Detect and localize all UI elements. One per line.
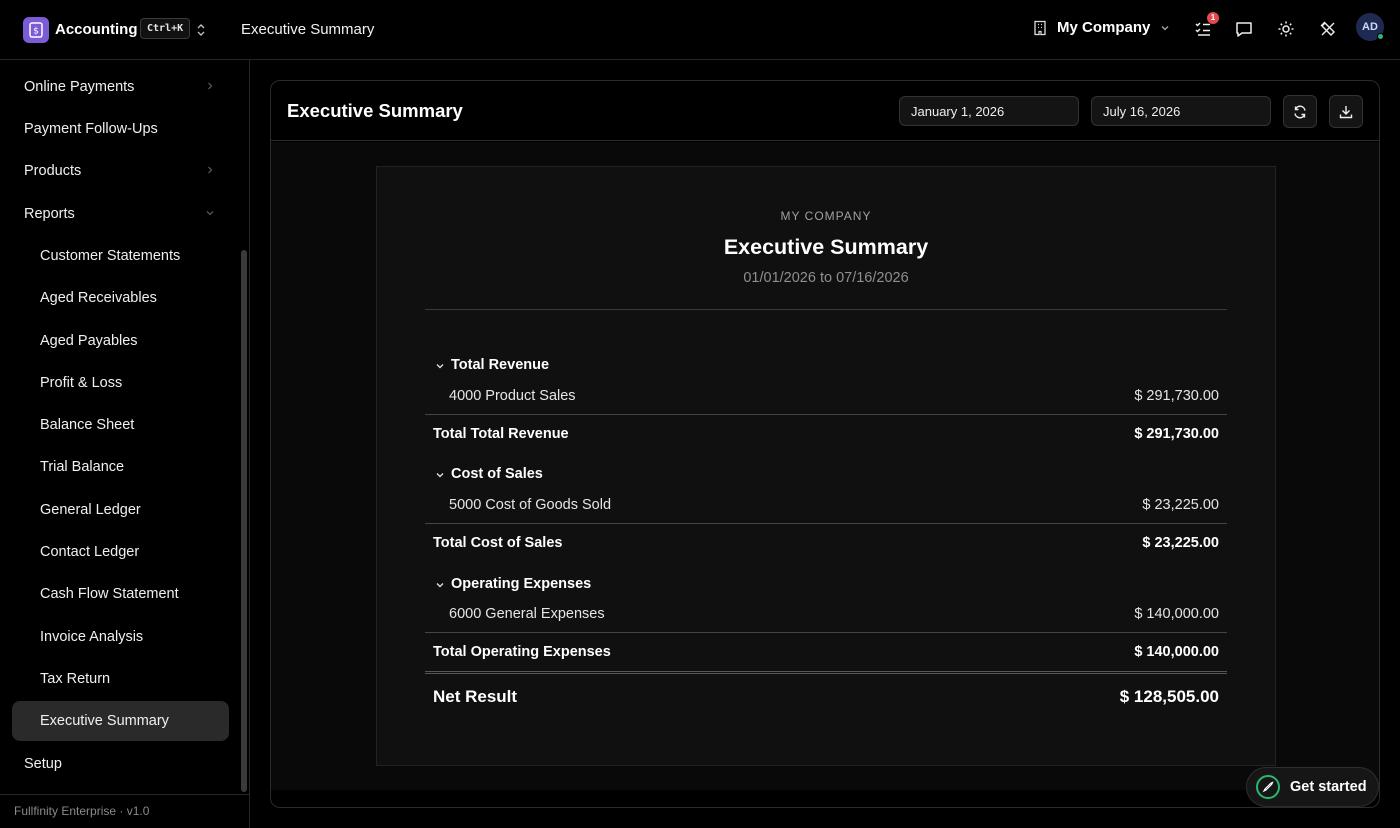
notification-badge: 1 xyxy=(1207,12,1219,24)
tools-icon[interactable] xyxy=(1318,19,1338,39)
account-row: 5000 Cost of Goods Sold $ 23,225.00 xyxy=(449,497,1219,513)
sidebar-item-payment-follow-ups[interactable]: Payment Follow-Ups xyxy=(12,109,229,149)
sidebar-item-invoice-analysis[interactable]: Invoice Analysis xyxy=(12,617,229,657)
download-icon xyxy=(1339,105,1353,118)
company-name: My Company xyxy=(1057,19,1151,36)
chat-icon[interactable] xyxy=(1234,19,1254,39)
rocket-icon xyxy=(1256,775,1280,799)
breadcrumb: Executive Summary xyxy=(241,21,375,38)
section-header-cost-of-sales[interactable]: Cost of Sales xyxy=(425,466,1227,486)
sidebar-item-executive-summary[interactable]: Executive Summary xyxy=(12,701,229,741)
section-header-revenue[interactable]: Total Revenue xyxy=(425,357,1227,377)
report-date-range: 01/01/2026 to 07/16/2026 xyxy=(743,270,909,286)
chevron-down-icon xyxy=(206,211,214,216)
report-document: MY COMPANY Executive Summary 01/01/2026 … xyxy=(376,166,1276,766)
download-button[interactable] xyxy=(1329,95,1363,128)
sidebar-scrollbar[interactable] xyxy=(241,250,247,792)
chevron-down-icon xyxy=(436,364,444,369)
sidebar-item-customer-statements[interactable]: Customer Statements xyxy=(12,236,229,276)
online-status-dot xyxy=(1377,33,1384,40)
total-row: Total Total Revenue $ 291,730.00 xyxy=(425,414,1227,452)
chevron-down-icon xyxy=(436,583,444,588)
account-row: 6000 General Expenses $ 140,000.00 xyxy=(449,606,1219,622)
chevron-down-icon xyxy=(436,473,444,478)
report-viewer: MY COMPANY Executive Summary 01/01/2026 … xyxy=(271,142,1379,790)
sidebar-item-trial-balance[interactable]: Trial Balance xyxy=(12,447,229,487)
sidebar-item-aged-receivables[interactable]: Aged Receivables xyxy=(12,278,229,318)
report-card: Executive Summary MY COMPANY Executive S… xyxy=(270,80,1380,808)
page-title: Executive Summary xyxy=(287,100,463,121)
sidebar-item-setup[interactable]: Setup xyxy=(12,744,229,784)
chevron-right-icon xyxy=(208,166,213,174)
get-started-button[interactable]: Get started xyxy=(1246,767,1379,807)
sidebar-item-aged-payables[interactable]: Aged Payables xyxy=(12,321,229,361)
command-shortcut-badge[interactable]: Ctrl+K xyxy=(140,18,191,39)
top-bar: $ Accounting Ctrl+K Executive Summary My… xyxy=(0,0,1400,60)
total-row: Total Cost of Sales $ 23,225.00 xyxy=(425,523,1227,561)
sidebar-item-cash-flow-statement[interactable]: Cash Flow Statement xyxy=(12,574,229,614)
net-result-row: Net Result $ 128,505.00 xyxy=(425,671,1227,721)
account-row: 4000 Product Sales $ 291,730.00 xyxy=(449,388,1219,404)
sidebar-item-tax-return[interactable]: Tax Return xyxy=(12,659,229,699)
sidebar-item-general-ledger[interactable]: General Ledger xyxy=(12,490,229,530)
sidebar-item-profit-loss[interactable]: Profit & Loss xyxy=(12,363,229,403)
svg-text:$: $ xyxy=(33,27,39,37)
refresh-icon xyxy=(1294,105,1306,118)
sidebar-item-online-payments[interactable]: Online Payments xyxy=(12,67,229,107)
end-date-field[interactable] xyxy=(1091,96,1271,126)
refresh-button[interactable] xyxy=(1283,95,1317,128)
accounting-logo-icon[interactable]: $ xyxy=(23,17,49,43)
version-footer: Fullfinity Enterprise · v1.0 xyxy=(0,794,249,828)
app-name[interactable]: Accounting xyxy=(55,21,138,38)
building-icon xyxy=(1034,20,1046,35)
sidebar: Online Payments Payment Follow-Ups Produ… xyxy=(0,60,250,828)
chevron-down-icon xyxy=(1161,25,1169,30)
report-company: MY COMPANY xyxy=(780,209,872,223)
start-date-field[interactable] xyxy=(899,96,1079,126)
sun-icon[interactable] xyxy=(1276,19,1296,39)
divider xyxy=(425,309,1227,310)
section-header-operating-expenses[interactable]: Operating Expenses xyxy=(425,576,1227,596)
chevron-right-icon xyxy=(208,82,213,90)
chevron-up-down-icon[interactable] xyxy=(194,21,208,39)
company-switcher[interactable]: My Company xyxy=(1032,19,1171,36)
total-row: Total Operating Expenses $ 140,000.00 xyxy=(425,632,1227,670)
sidebar-item-contact-ledger[interactable]: Contact Ledger xyxy=(12,532,229,572)
report-title: Executive Summary xyxy=(723,235,929,259)
sidebar-item-products[interactable]: Products xyxy=(12,151,229,191)
report-card-header: Executive Summary xyxy=(271,81,1379,141)
sidebar-item-reports[interactable]: Reports xyxy=(12,194,229,234)
sidebar-item-balance-sheet[interactable]: Balance Sheet xyxy=(12,405,229,445)
